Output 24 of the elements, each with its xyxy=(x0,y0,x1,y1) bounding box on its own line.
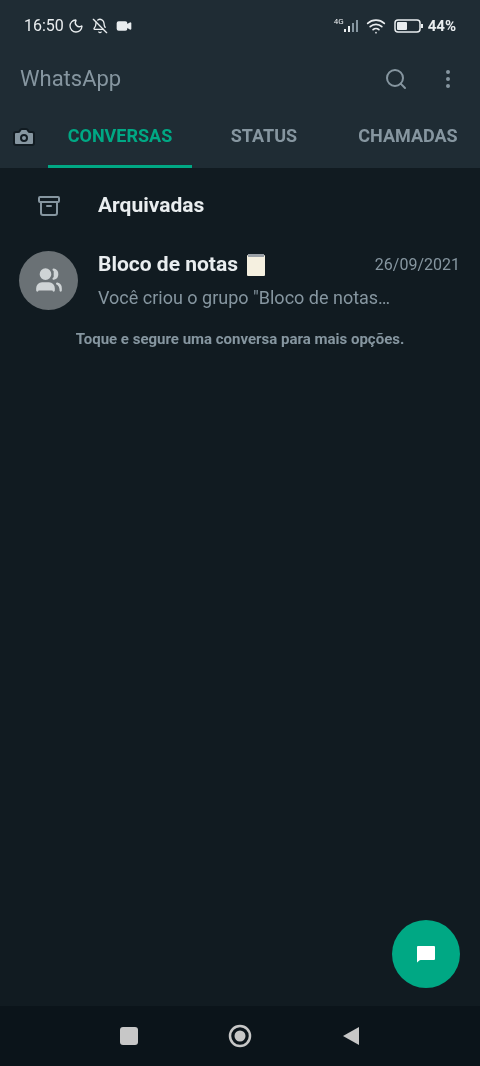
battery-icon xyxy=(393,19,424,33)
notepad-icon xyxy=(245,252,266,277)
group-icon xyxy=(34,266,63,294)
chat-preview: Você criou o grupo "Bloco de notas… xyxy=(98,286,392,311)
back-icon[interactable] xyxy=(342,1026,360,1046)
network-label: 4G xyxy=(333,16,344,28)
battery-percent: 44% xyxy=(427,15,456,37)
signal-icon xyxy=(343,20,358,32)
wifi-icon xyxy=(365,16,386,36)
app-title: WhatsApp xyxy=(20,65,123,93)
status-time: 16:50 xyxy=(24,15,64,37)
moon-icon xyxy=(67,18,84,34)
search-icon[interactable] xyxy=(384,66,408,91)
chat-name[interactable]: Bloco de notas xyxy=(98,248,238,281)
chat-date: 26/09/2021 xyxy=(374,253,460,276)
hint-text: Toque e segure uma conversa para mais opções. xyxy=(75,329,405,350)
tab[interactable]: CHAMADAS xyxy=(336,105,480,168)
tab[interactable]: STATUS xyxy=(192,105,336,168)
archive-icon xyxy=(37,194,61,218)
home-icon[interactable] xyxy=(228,1024,252,1048)
video-icon xyxy=(115,18,132,34)
archived-label[interactable]: Arquivadas xyxy=(98,190,205,222)
tab[interactable]: CONVERSAS xyxy=(48,105,192,168)
bell-off-icon xyxy=(91,18,108,34)
